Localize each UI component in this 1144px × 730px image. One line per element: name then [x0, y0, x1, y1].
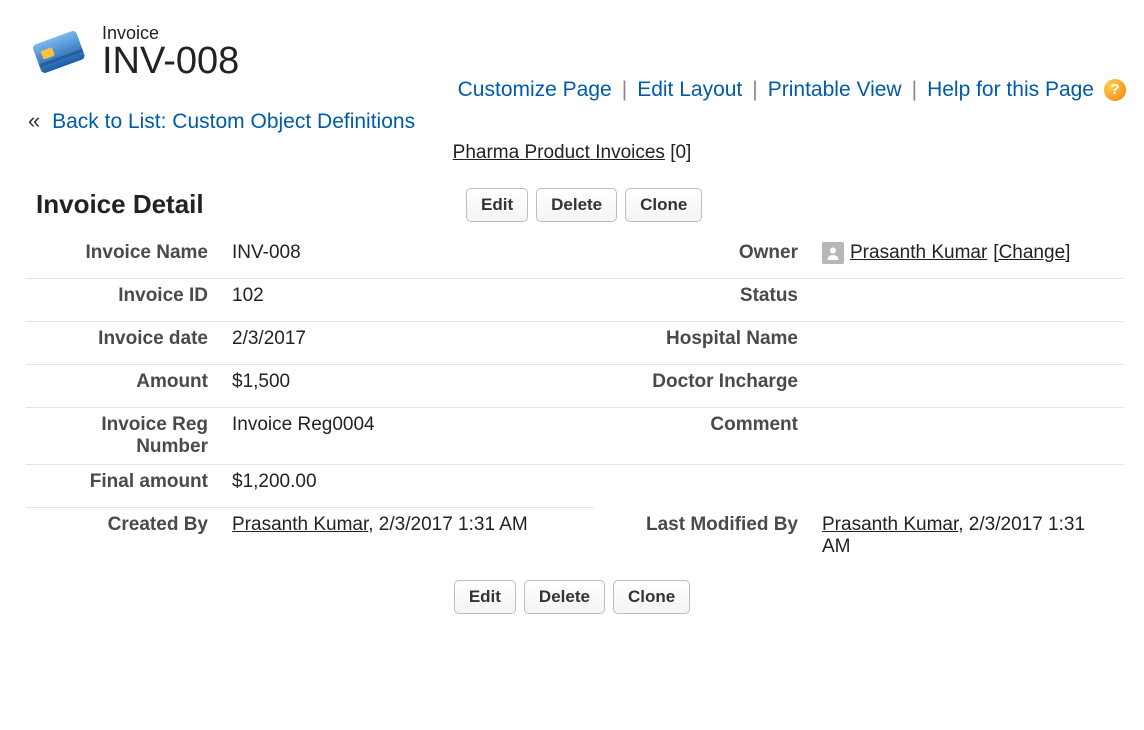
customize-page-link[interactable]: Customize Page: [458, 78, 612, 102]
detail-top-buttons: Edit Delete Clone: [466, 188, 702, 222]
separator: |: [752, 78, 757, 102]
value-invoice-name: INV-008: [224, 236, 594, 279]
spacer: [814, 465, 1124, 508]
value-invoice-id: 102: [224, 279, 594, 322]
value-last-modified-by: Prasanth Kumar, 2/3/2017 1:31 AM: [814, 508, 1124, 564]
created-by-user-link[interactable]: Prasanth Kumar: [232, 514, 368, 535]
value-amount: $1,500: [224, 365, 594, 408]
delete-button-bottom[interactable]: Delete: [524, 580, 605, 614]
detail-bottom-buttons: Edit Delete Clone: [454, 580, 690, 614]
edit-layout-link[interactable]: Edit Layout: [637, 78, 742, 102]
label-doctor-incharge: Doctor Incharge: [594, 365, 814, 408]
owner-name-link[interactable]: Prasanth Kumar: [850, 242, 987, 264]
label-invoice-id: Invoice ID: [26, 279, 224, 322]
label-invoice-reg-number: Invoice Reg Number: [26, 408, 224, 465]
detail-grid: Invoice Name INV-008 Owner Prasanth Kuma…: [26, 236, 1124, 564]
edit-button-bottom[interactable]: Edit: [454, 580, 516, 614]
value-doctor-incharge: [814, 365, 1124, 408]
person-icon: [822, 242, 844, 264]
printable-view-link[interactable]: Printable View: [768, 78, 902, 102]
last-modified-by-user-link[interactable]: Prasanth Kumar: [822, 514, 958, 535]
related-list-count-value: [0]: [670, 142, 691, 163]
label-created-by: Created By: [26, 508, 224, 564]
clone-button-bottom[interactable]: Clone: [613, 580, 690, 614]
value-invoice-reg-number: Invoice Reg0004: [224, 408, 594, 465]
value-status: [814, 279, 1124, 322]
label-comment: Comment: [594, 408, 814, 465]
label-status: Status: [594, 279, 814, 322]
value-created-by: Prasanth Kumar, 2/3/2017 1:31 AM: [224, 508, 594, 564]
section-title: Invoice Detail: [16, 189, 466, 220]
separator: |: [912, 78, 917, 102]
invoice-icon: [26, 30, 86, 76]
created-by-timestamp: , 2/3/2017 1:31 AM: [368, 514, 528, 535]
help-icon[interactable]: [1104, 79, 1126, 101]
value-final-amount: $1,200.00: [224, 465, 594, 508]
label-amount: Amount: [26, 365, 224, 408]
related-list-link[interactable]: Pharma Product Invoices: [453, 142, 665, 163]
delete-button[interactable]: Delete: [536, 188, 617, 222]
back-chevron-icon: «: [28, 108, 40, 133]
help-page-link[interactable]: Help for this Page: [927, 78, 1094, 102]
value-owner: Prasanth Kumar [Change]: [814, 236, 1124, 279]
value-comment: [814, 408, 1124, 465]
edit-button[interactable]: Edit: [466, 188, 528, 222]
label-final-amount: Final amount: [26, 465, 224, 508]
related-list-anchor: Pharma Product Invoices [0]: [16, 142, 1128, 164]
label-hospital-name: Hospital Name: [594, 322, 814, 365]
label-invoice-date: Invoice date: [26, 322, 224, 365]
value-invoice-date: 2/3/2017: [224, 322, 594, 365]
back-to-list-link[interactable]: Back to List: Custom Object Definitions: [52, 110, 415, 133]
value-hospital-name: [814, 322, 1124, 365]
spacer: [594, 465, 814, 508]
detail-section-header: Invoice Detail Edit Delete Clone: [16, 188, 1128, 222]
label-owner: Owner: [594, 236, 814, 279]
record-title: INV-008: [102, 42, 239, 82]
record-header: Invoice INV-008: [26, 24, 1128, 82]
clone-button[interactable]: Clone: [625, 188, 702, 222]
back-link-row: « Back to List: Custom Object Definition…: [28, 108, 1128, 134]
label-last-modified-by: Last Modified By: [594, 508, 814, 564]
separator: |: [622, 78, 627, 102]
label-invoice-name: Invoice Name: [26, 236, 224, 279]
owner-change-link[interactable]: [Change]: [993, 242, 1070, 264]
